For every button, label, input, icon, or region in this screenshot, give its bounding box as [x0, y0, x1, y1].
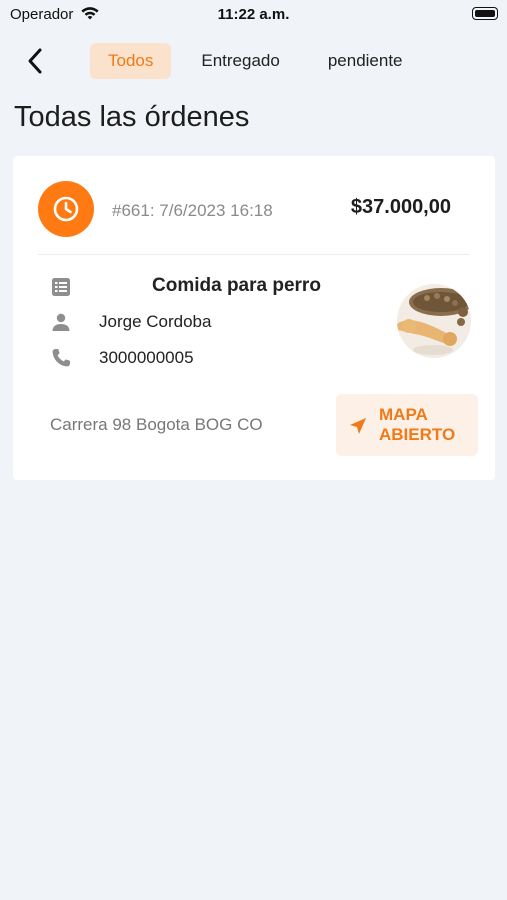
- chevron-left-icon: [28, 48, 42, 74]
- order-status-badge: [38, 181, 94, 237]
- order-filter-tabs: Todos Entregado pendiente: [90, 43, 421, 79]
- person-icon: [49, 310, 73, 334]
- order-address: Carrera 98 Bogota BOG CO: [50, 415, 263, 434]
- customer-name: Jorge Cordoba: [99, 312, 212, 331]
- page-title: Todas las órdenes: [14, 101, 250, 133]
- customer-phone[interactable]: 3000000005: [99, 348, 194, 368]
- tab-pendiente[interactable]: pendiente: [310, 43, 421, 79]
- product-name: Comida para perro: [152, 275, 321, 296]
- battery-icon: [472, 7, 498, 20]
- clock-icon: [53, 196, 79, 222]
- order-total: $37.000,00: [350, 196, 451, 218]
- status-bar: Operador 11:22 a.m.: [0, 0, 507, 30]
- open-map-button[interactable]: MAPA ABIERTO: [336, 394, 478, 456]
- divider: [38, 254, 470, 255]
- order-card[interactable]: #661: 7/6/2023 16:18 $37.000,00 Comida p…: [13, 156, 495, 480]
- tab-entregado[interactable]: Entregado: [183, 43, 297, 79]
- back-button[interactable]: [20, 45, 52, 77]
- tab-todos[interactable]: Todos: [90, 43, 172, 79]
- open-map-label: MAPA ABIERTO: [379, 405, 456, 444]
- phone-icon: [49, 346, 73, 370]
- clock-time: 11:22 a.m.: [217, 6, 290, 23]
- list-icon: [49, 275, 73, 299]
- product-image: [397, 284, 471, 358]
- navigation-arrow-icon: [350, 418, 366, 434]
- order-id-datetime: #661: 7/6/2023 16:18: [112, 201, 273, 220]
